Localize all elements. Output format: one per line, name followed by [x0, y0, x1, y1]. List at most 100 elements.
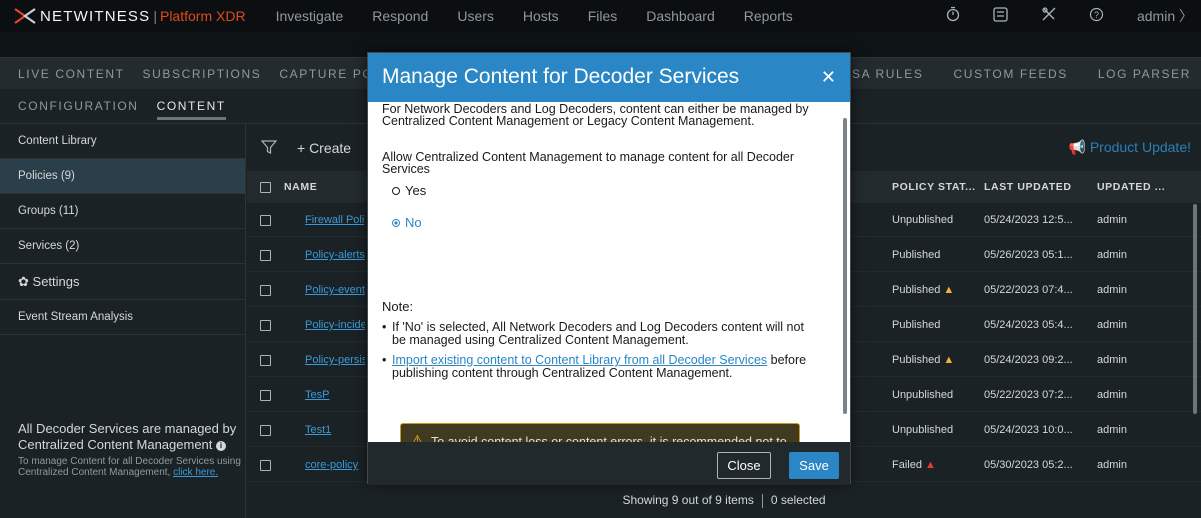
- last-updated: 05/22/2023 07:2...: [984, 389, 1073, 401]
- product-name: Platform XDR: [159, 8, 246, 24]
- policy-status: Unpublished: [892, 203, 953, 237]
- policy-status-text: Unpublished: [892, 389, 954, 401]
- column-updated-by[interactable]: UPDATED ...: [1097, 171, 1165, 203]
- policy-status: Published ▲: [892, 343, 954, 377]
- stopwatch-icon[interactable]: [945, 6, 961, 26]
- ccm-status-description: To manage Content for all Decoder Servic…: [18, 456, 244, 478]
- nav-hosts[interactable]: Hosts: [523, 8, 559, 24]
- manage-content-modal: Manage Content for Decoder Services ✕ Fo…: [367, 52, 851, 485]
- policy-status-text: Failed: [892, 459, 922, 471]
- tools-icon[interactable]: [1041, 6, 1057, 26]
- row-checkbox[interactable]: [260, 285, 271, 296]
- warning-icon[interactable]: ▲: [943, 354, 954, 366]
- policy-status-text: Unpublished: [892, 214, 954, 226]
- product-update-link[interactable]: 📢 Product Update!: [1069, 139, 1192, 156]
- modal-footer: [368, 442, 850, 485]
- close-icon[interactable]: ✕: [821, 67, 836, 88]
- policy-name-link[interactable]: Policy-event: [305, 273, 365, 307]
- chevron-right-icon: 〉: [1179, 8, 1193, 24]
- tab-live-content[interactable]: LIVE CONTENT: [18, 67, 125, 81]
- warning-icon[interactable]: ▲: [943, 284, 954, 296]
- help-icon[interactable]: ?: [1089, 7, 1105, 26]
- ccm-status-text: All Decoder Services are managed by Cent…: [18, 421, 237, 452]
- updated-by: admin: [1097, 389, 1127, 401]
- items-count: Showing 9 out of 9 items: [622, 493, 754, 507]
- sidebar-item-services[interactable]: Services (2): [0, 229, 245, 264]
- import-content-link[interactable]: Import existing content to Content Libra…: [392, 353, 767, 367]
- sidebar-settings-header[interactable]: ✿ Settings: [0, 264, 245, 300]
- row-checkbox[interactable]: [260, 215, 271, 226]
- policy-status-text: Published: [892, 319, 941, 331]
- sidebar-item-policies[interactable]: Policies (9): [0, 159, 245, 194]
- sidebar-item-groups[interactable]: Groups (11): [0, 194, 245, 229]
- tab-capture-policy[interactable]: CAPTURE PO: [279, 67, 373, 81]
- policy-name-link[interactable]: Policy-alerts: [305, 238, 365, 272]
- settings-panel-icon[interactable]: [993, 6, 1009, 26]
- policy-status-text: Published: [892, 284, 941, 296]
- column-name[interactable]: NAME: [284, 171, 317, 203]
- select-all-checkbox[interactable]: [260, 182, 271, 193]
- user-name: admin: [1136, 8, 1176, 24]
- click-here-link[interactable]: click here.: [173, 467, 218, 478]
- filter-icon[interactable]: [260, 139, 279, 157]
- row-checkbox[interactable]: [260, 320, 271, 331]
- create-button[interactable]: + Create: [297, 140, 351, 156]
- policy-name-link[interactable]: Policy-incide: [305, 308, 365, 342]
- nav-users[interactable]: Users: [457, 8, 494, 24]
- tab-custom-feeds[interactable]: CUSTOM FEEDS: [954, 67, 1068, 81]
- sidebar: Content Library Policies (9) Groups (11)…: [0, 124, 246, 518]
- error-icon[interactable]: ▲: [925, 459, 936, 471]
- main-nav-bar: NETWITNESS | Platform XDR Investigate Re…: [0, 0, 1201, 32]
- updated-by: admin: [1097, 424, 1127, 436]
- sidebar-footer: All Decoder Services are managed by Cent…: [18, 421, 244, 478]
- tab-subscriptions[interactable]: SUBSCRIPTIONS: [143, 67, 262, 81]
- radio-yes[interactable]: Yes: [392, 183, 426, 198]
- close-button[interactable]: Close: [717, 452, 771, 479]
- sidebar-item-content-library[interactable]: Content Library: [0, 124, 245, 159]
- info-icon[interactable]: i: [216, 441, 227, 451]
- last-updated: 05/24/2023 10:0...: [984, 424, 1073, 436]
- tab-log-parser[interactable]: LOG PARSER: [1098, 67, 1191, 81]
- policy-name-link[interactable]: core-policy: [305, 448, 365, 482]
- policy-name-link[interactable]: Firewall Poli: [305, 203, 365, 237]
- nav-reports[interactable]: Reports: [744, 8, 793, 24]
- tab-content[interactable]: CONTENT: [156, 89, 226, 124]
- nav-investigate[interactable]: Investigate: [276, 8, 344, 24]
- nav-dashboard[interactable]: Dashboard: [646, 8, 715, 24]
- logo[interactable]: NETWITNESS | Platform XDR: [14, 0, 246, 32]
- row-checkbox[interactable]: [260, 425, 271, 436]
- user-menu[interactable]: admin 〉: [1137, 6, 1193, 26]
- updated-by: admin: [1097, 319, 1127, 331]
- table-footer: Showing 9 out of 9 items 0 selected: [247, 493, 1201, 518]
- column-last-updated[interactable]: LAST UPDATED: [984, 171, 1072, 203]
- sidebar-item-event-stream-analysis[interactable]: Event Stream Analysis: [0, 300, 245, 335]
- policy-status: Unpublished: [892, 378, 953, 412]
- row-checkbox[interactable]: [260, 460, 271, 471]
- nav-files[interactable]: Files: [588, 8, 618, 24]
- table-scrollbar[interactable]: [1193, 204, 1197, 414]
- svg-text:?: ?: [1094, 9, 1099, 19]
- tab-esa-rules[interactable]: ESA RULES: [842, 67, 923, 81]
- warning-box: ⚠ To avoid content loss or content error…: [400, 423, 800, 442]
- policy-status: Published: [892, 308, 940, 342]
- note-heading: Note:: [382, 299, 414, 314]
- nav-respond[interactable]: Respond: [372, 8, 428, 24]
- radio-no[interactable]: No: [392, 215, 422, 230]
- top-right-icons: ? admin 〉: [945, 0, 1201, 32]
- modal-scrollbar[interactable]: [843, 118, 847, 414]
- policy-name-link[interactable]: Test1: [305, 413, 365, 447]
- save-button[interactable]: Save: [789, 452, 839, 479]
- selected-count: 0 selected: [770, 493, 826, 507]
- policy-name-link[interactable]: Policy-persis: [305, 343, 365, 377]
- settings-label: Settings: [32, 274, 80, 289]
- column-policy-status[interactable]: POLICY STAT...: [892, 171, 976, 203]
- policy-status-text: Unpublished: [892, 424, 954, 436]
- top-navigation: NETWITNESS | Platform XDR Investigate Re…: [0, 0, 1201, 57]
- policy-name-link[interactable]: TesP: [305, 378, 365, 412]
- last-updated: 05/26/2023 05:1...: [984, 249, 1073, 261]
- megaphone-icon: 📢: [1068, 139, 1086, 155]
- row-checkbox[interactable]: [260, 355, 271, 366]
- row-checkbox[interactable]: [260, 390, 271, 401]
- tab-configuration[interactable]: CONFIGURATION: [18, 89, 139, 124]
- row-checkbox[interactable]: [260, 250, 271, 261]
